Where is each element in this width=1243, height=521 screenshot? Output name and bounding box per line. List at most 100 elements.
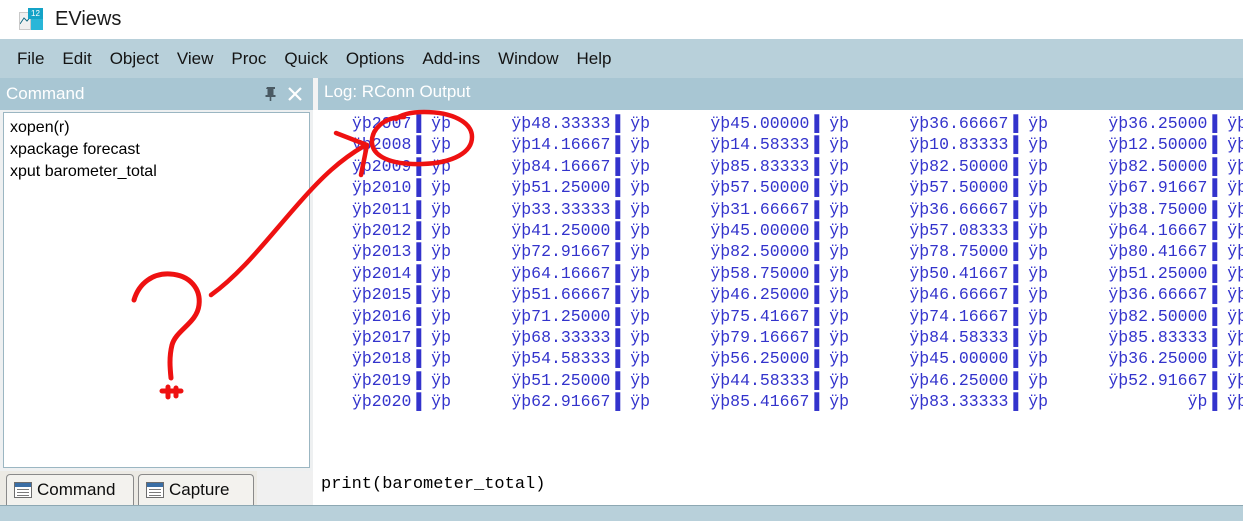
tab-command[interactable]: Command	[6, 474, 134, 505]
log-cell-value: ÿþ45.00000▐ ÿþ	[710, 114, 849, 133]
log-cell-value: ÿþ12.50000▐ ÿþ	[1108, 135, 1243, 155]
log-row: ÿþ2020▐ ÿþ ÿþ62.91667▐ ÿþ ÿþ85.41667▐ ÿþ ÿþ…	[325, 391, 1243, 412]
log-cell-value: ÿþ36.66667▐ ÿþ	[1108, 285, 1243, 305]
log-cell-value: ÿþ64.16667▐ ÿþ	[1108, 220, 1243, 240]
menu-item-object[interactable]: Object	[101, 47, 168, 71]
log-cell-year: ÿþ2010▐ ÿþ	[351, 178, 451, 198]
menu-item-help[interactable]: Help	[568, 47, 621, 71]
log-row: ÿþ2008▐ ÿþ ÿþ14.16667▐ ÿþ ÿþ14.58333▐ ÿþ ÿþ…	[325, 134, 1243, 155]
log-cell-value: ÿþ82.50000▐ ÿþ	[710, 242, 849, 262]
log-cell-value: ÿþ44.58333▐ ÿþ	[710, 370, 849, 390]
log-cell-value: ÿþ84.16667▐ ÿþ	[511, 156, 650, 176]
tab-capture-label: Capture	[169, 480, 230, 499]
log-cell-value: ÿþ36.66667▐ ÿþ	[909, 114, 1048, 133]
log-row: ÿþ2017▐ ÿþ ÿþ68.33333▐ ÿþ ÿþ79.16667▐ ÿþ ÿþ…	[325, 327, 1243, 348]
log-output-text-area[interactable]: ÿþ2007▐ ÿþ ÿþ48.33333▐ ÿþ ÿþ45.00000▐ ÿþ ÿþ…	[313, 110, 1243, 471]
log-panel-header: Log: RConn Output	[313, 78, 1243, 110]
window-doc-icon	[14, 482, 32, 498]
log-row: ÿþ2013▐ ÿþ ÿþ72.91667▐ ÿþ ÿþ82.50000▐ ÿþ ÿþ…	[325, 241, 1243, 262]
log-cell-value: ÿþ82.50000▐ ÿþ	[1108, 306, 1243, 326]
log-cell-value: ÿþ51.25000▐ ÿþ	[511, 178, 650, 198]
log-cell-year: ÿþ2011▐ ÿþ	[351, 199, 451, 219]
window-titlebar: 12 EViews	[0, 0, 1243, 39]
status-bar	[0, 505, 1243, 521]
log-cell-value: ÿþ85.83333▐ ÿþ	[1108, 327, 1243, 347]
log-cell-value: ÿþ14.16667▐ ÿþ	[511, 135, 650, 155]
menu-item-edit[interactable]: Edit	[53, 47, 100, 71]
log-cell-value: ÿþ54.58333▐ ÿþ	[511, 349, 650, 369]
log-row: ÿþ2016▐ ÿþ ÿþ71.25000▐ ÿþ ÿþ75.41667▐ ÿþ ÿþ…	[325, 306, 1243, 327]
menu-item-file[interactable]: File	[8, 47, 53, 71]
log-cell-value: ÿþ51.66667▐ ÿþ	[511, 285, 650, 305]
log-cell-value: ÿþ50.41667▐ ÿþ	[909, 263, 1048, 283]
log-cell-value: ÿþ74.16667▐ ÿþ	[909, 306, 1048, 326]
log-row: ÿþ2009▐ ÿþ ÿþ84.16667▐ ÿþ ÿþ85.83333▐ ÿþ ÿþ…	[325, 156, 1243, 177]
pin-icon[interactable]	[261, 84, 281, 104]
log-row: ÿþ2018▐ ÿþ ÿþ54.58333▐ ÿþ ÿþ56.25000▐ ÿþ ÿþ…	[325, 348, 1243, 369]
log-row: ÿþ2014▐ ÿþ ÿþ64.16667▐ ÿþ ÿþ58.75000▐ ÿþ ÿþ…	[325, 263, 1243, 284]
log-cell-value: ÿþ36.25000▐ ÿþ	[1108, 349, 1243, 369]
log-cell-value: ÿþ33.33333▐ ÿþ	[511, 199, 650, 219]
log-cell-value: ÿþ79.16667▐ ÿþ	[710, 327, 849, 347]
menu-item-quick[interactable]: Quick	[275, 47, 336, 71]
window-doc-icon	[146, 482, 164, 498]
menu-item-proc[interactable]: Proc	[222, 47, 275, 71]
menu-bar: File Edit Object View Proc Quick Options…	[0, 39, 1243, 78]
log-cell-value: ÿþ31.66667▐ ÿþ	[710, 199, 849, 219]
log-cell-year: ÿþ2007▐ ÿþ	[351, 114, 451, 133]
log-cell-value: ÿþ36.66667▐ ÿþ	[909, 199, 1048, 219]
log-row: ÿþ2010▐ ÿþ ÿþ51.25000▐ ÿþ ÿþ57.50000▐ ÿþ ÿþ…	[325, 177, 1243, 198]
log-cell-year: ÿþ2008▐ ÿþ	[351, 135, 451, 155]
log-panel-title: Log: RConn Output	[324, 82, 471, 101]
eviews-chart-icon: 12	[19, 7, 43, 32]
menu-item-options[interactable]: Options	[337, 47, 414, 71]
log-cell-value: ÿþ52.91667▐ ÿþ	[1108, 370, 1243, 390]
log-cell-value: ÿþ57.50000▐ ÿþ	[909, 178, 1048, 198]
menu-item-addins[interactable]: Add-ins	[413, 47, 489, 71]
command-entry-bar[interactable]: print(barometer_total)	[313, 471, 1243, 505]
log-row: ÿþ2019▐ ÿþ ÿþ51.25000▐ ÿþ ÿþ44.58333▐ ÿþ ÿþ…	[325, 370, 1243, 391]
log-cell-year: ÿþ2020▐ ÿþ	[351, 392, 451, 412]
app-title: EViews	[55, 8, 122, 30]
log-cell-value: ÿþ48.33333▐ ÿþ	[511, 114, 650, 133]
menu-item-window[interactable]: Window	[489, 47, 567, 71]
log-cell-value: ÿþ57.08333▐ ÿþ	[909, 220, 1048, 240]
log-cell-value: ÿþ51.25000▐ ÿþ	[511, 370, 650, 390]
log-cell-value: ÿþ41.25000▐ ÿþ	[511, 220, 650, 240]
log-cell-value: ÿþ85.41667▐ ÿþ	[710, 392, 849, 412]
log-cell-value: ÿþ85.83333▐ ÿþ	[710, 156, 849, 176]
log-cell-year: ÿþ2018▐ ÿþ	[351, 349, 451, 369]
log-cell-value: ÿþ80.41667▐ ÿþ	[1108, 242, 1243, 262]
log-cell-value: ÿþ67.91667▐ ÿþ	[1108, 178, 1243, 198]
log-cell-value: ÿþ58.75000▐ ÿþ	[710, 263, 849, 283]
log-cell-value: ÿþ72.91667▐ ÿþ	[511, 242, 650, 262]
command-line: xput barometer_total	[10, 163, 157, 180]
log-cell-value: ÿþ10.83333▐ ÿþ	[909, 135, 1048, 155]
log-cell-value: ÿþ46.25000▐ ÿþ	[909, 370, 1048, 390]
log-cell-value: ÿþ14.58333▐ ÿþ	[710, 135, 849, 155]
log-cell-year: ÿþ2016▐ ÿþ	[351, 306, 451, 326]
log-row: ÿþ2015▐ ÿþ ÿþ51.66667▐ ÿþ ÿþ46.25000▐ ÿþ ÿþ…	[325, 284, 1243, 305]
log-cell-value: ÿþ46.66667▐ ÿþ	[909, 285, 1048, 305]
command-panel-header: Command	[0, 78, 313, 110]
log-cell-value: ÿþ64.16667▐ ÿþ	[511, 263, 650, 283]
log-cell-year: ÿþ2015▐ ÿþ	[351, 285, 451, 305]
tab-command-label: Command	[37, 480, 116, 499]
log-row: ÿþ2007▐ ÿþ ÿþ48.33333▐ ÿþ ÿþ45.00000▐ ÿþ ÿþ…	[325, 113, 1243, 134]
close-icon[interactable]	[285, 84, 305, 104]
log-cell-value: ÿþ45.00000▐ ÿþ	[710, 220, 849, 240]
log-cell-value: ÿþ45.00000▐ ÿþ	[909, 349, 1048, 369]
log-row: ÿþ2011▐ ÿþ ÿþ33.33333▐ ÿþ ÿþ31.66667▐ ÿþ ÿþ…	[325, 199, 1243, 220]
log-output-panel: Log: RConn Output ÿþ2007▐ ÿþ ÿþ48.33333▐ …	[313, 78, 1243, 471]
log-cell-value: ÿþ46.25000▐ ÿþ	[710, 285, 849, 305]
log-output-grid: ÿþ2007▐ ÿþ ÿþ48.33333▐ ÿþ ÿþ45.00000▐ ÿþ ÿþ…	[325, 113, 1243, 412]
log-cell-value: ÿþ38.75000▐ ÿþ	[1108, 199, 1243, 219]
command-input-area[interactable]: xopen(r) xpackage forecast xput baromete…	[3, 112, 310, 468]
tab-capture[interactable]: Capture	[138, 474, 254, 505]
log-cell-value: ÿþ36.25000▐ ÿþ	[1108, 114, 1243, 133]
log-cell-year: ÿþ2012▐ ÿþ	[351, 220, 451, 240]
app-icon-badge: 12	[28, 7, 43, 19]
menu-item-view[interactable]: View	[168, 47, 223, 71]
log-cell-year: ÿþ2009▐ ÿþ	[351, 156, 451, 176]
panel-divider	[313, 78, 318, 110]
